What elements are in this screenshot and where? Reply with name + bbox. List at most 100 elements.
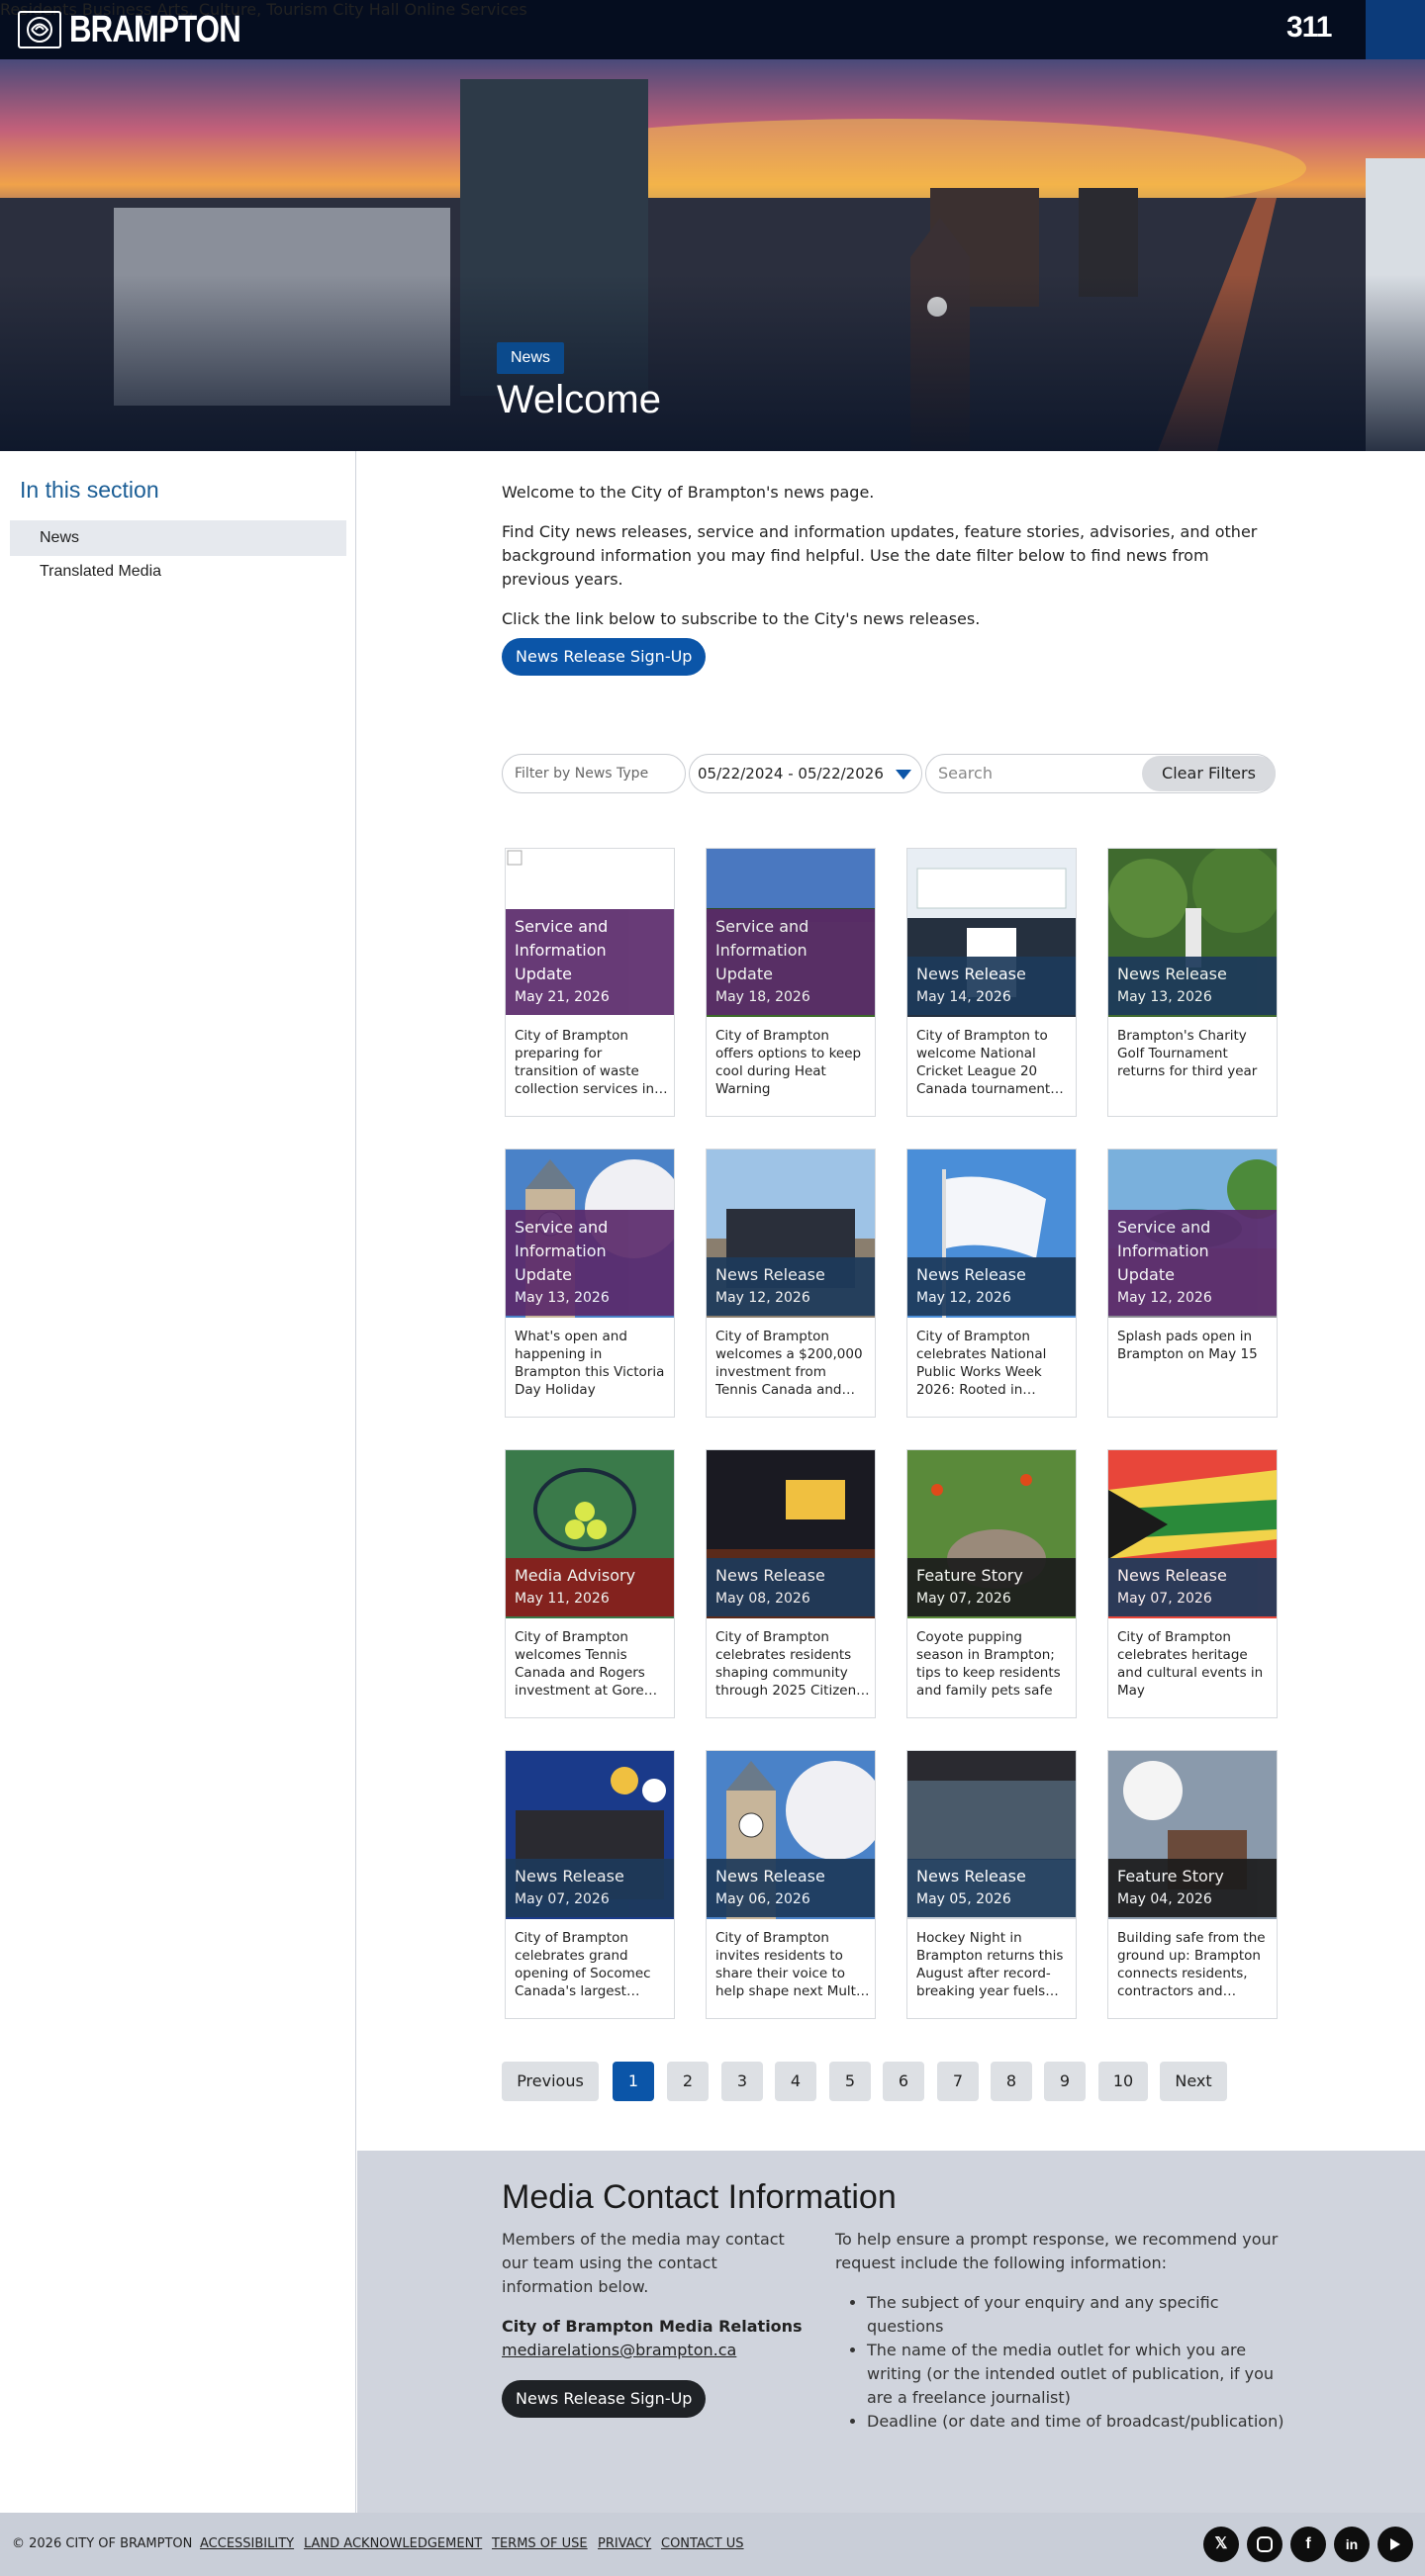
pagination-page-7[interactable]: 7 xyxy=(937,2062,979,2101)
news-card-band: News Release May 06, 2026 xyxy=(707,1859,875,1917)
nav-city-hall[interactable]: City Hall xyxy=(332,0,399,19)
pagination-previous[interactable]: Previous xyxy=(502,2062,599,2101)
news-card-band: Media Advisory May 11, 2026 xyxy=(506,1558,674,1616)
sidebar-item-translated-media[interactable]: Translated Media xyxy=(10,554,346,590)
news-card-title: Coyote pupping season in Brampton; tips … xyxy=(916,1629,1061,1699)
news-card-title: City of Brampton preparing for transitio… xyxy=(515,1028,655,1097)
news-card-date: May 12, 2026 xyxy=(715,1290,810,1306)
news-card[interactable]: News Release May 05, 2026 Hockey Night in … xyxy=(906,1750,1077,2019)
news-card-band: Service and Information Update May 21, 20… xyxy=(506,909,674,1015)
news-card-title: What's open and happening in Brampton th… xyxy=(515,1329,665,1398)
media-contact-info: Members of the media may contact our tea… xyxy=(502,2228,808,2362)
news-card-date: May 04, 2026 xyxy=(1117,1891,1212,1907)
news-card-date: May 13, 2026 xyxy=(1117,989,1212,1005)
brampton-logo[interactable]: BRAMPTON xyxy=(18,8,278,50)
top-nav-bar: BRAMPTON Residents Business Arts, Cultur… xyxy=(0,0,1425,59)
media-signup-button[interactable]: News Release Sign-Up xyxy=(502,2380,707,2418)
news-card[interactable]: News Release May 13, 2026 Brampton's Chari… xyxy=(1107,848,1278,1117)
linkedin-icon[interactable]: in xyxy=(1334,2527,1370,2562)
news-card[interactable]: News Release May 12, 2026 City of Brampton… xyxy=(906,1149,1077,1418)
clear-filters-button[interactable]: Clear Filters xyxy=(1142,756,1276,791)
news-card-band: News Release May 12, 2026 xyxy=(707,1257,875,1316)
media-contact-title: Media Contact Information xyxy=(502,2178,897,2216)
news-card-band: Service and Information Update May 13, 20… xyxy=(506,1210,674,1316)
pagination-page-9[interactable]: 9 xyxy=(1044,2062,1086,2101)
copyright: © 2026 CITY OF BRAMPTON xyxy=(12,2536,193,2551)
news-type-filter[interactable]: Filter by News Type xyxy=(502,754,686,793)
news-card-band: News Release May 14, 2026 xyxy=(907,957,1076,1015)
news-card[interactable]: Feature Story May 04, 2026 Building safe f… xyxy=(1107,1750,1278,2019)
footer-link-privacy[interactable]: PRIVACY xyxy=(598,2536,651,2551)
news-card-type: News Release xyxy=(715,1265,825,1284)
news-card-title: Splash pads open in Brampton on May 15 xyxy=(1117,1329,1258,1362)
news-card[interactable]: Service and Information Update May 21, 20… xyxy=(505,848,675,1117)
pagination-page-8[interactable]: 8 xyxy=(991,2062,1032,2101)
news-card[interactable]: Media Advisory May 11, 2026 City of Brampt… xyxy=(505,1449,675,1718)
pagination-page-1[interactable]: 1 xyxy=(613,2062,654,2101)
x-icon[interactable]: 𝕏 xyxy=(1203,2527,1239,2562)
news-card[interactable]: News Release May 07, 2026 City of Brampton… xyxy=(1107,1449,1278,1718)
pagination-page-5[interactable]: 5 xyxy=(829,2062,871,2101)
news-card-title: City of Brampton celebrates residents sh… xyxy=(715,1629,857,1699)
news-card-type: News Release xyxy=(916,1867,1026,1886)
news-card-title: City of Brampton to welcome National Cri… xyxy=(916,1028,1051,1097)
news-card-date: May 18, 2026 xyxy=(715,989,810,1005)
news-card-date: May 07, 2026 xyxy=(1117,1591,1212,1607)
news-card-band: News Release May 12, 2026 xyxy=(907,1257,1076,1316)
news-card-type: News Release xyxy=(515,1867,624,1886)
facebook-icon[interactable]: f xyxy=(1290,2527,1326,2562)
pagination-page-4[interactable]: 4 xyxy=(775,2062,816,2101)
youtube-icon[interactable] xyxy=(1378,2527,1413,2562)
news-release-signup-button[interactable]: News Release Sign-Up xyxy=(502,638,707,676)
news-card-band: Service and Information Update May 18, 20… xyxy=(707,909,875,1015)
news-card[interactable]: Feature Story May 07, 2026 Coyote pupping … xyxy=(906,1449,1077,1718)
nav-accent-block xyxy=(1366,0,1425,59)
news-card-type: News Release xyxy=(916,1265,1026,1284)
pagination-next[interactable]: Next xyxy=(1160,2062,1227,2101)
news-card-date: May 07, 2026 xyxy=(515,1891,610,1907)
news-card-title: City of Brampton celebrates heritage and… xyxy=(1117,1629,1264,1699)
pagination-page-10[interactable]: 10 xyxy=(1098,2062,1148,2101)
media-email-link[interactable]: mediarelations@brampton.ca xyxy=(502,2339,808,2362)
pagination-page-3[interactable]: 3 xyxy=(721,2062,763,2101)
footer-link-land-acknowledgement[interactable]: LAND ACKNOWLEDGEMENT xyxy=(304,2536,482,2551)
footer-link-contact[interactable]: CONTACT US xyxy=(661,2536,744,2551)
news-card-type: News Release xyxy=(715,1566,825,1585)
news-card-date: May 12, 2026 xyxy=(916,1290,1011,1306)
news-card-type: News Release xyxy=(1117,965,1227,983)
intro-subscribe-text: Click the link below to subscribe to the… xyxy=(502,609,981,628)
pagination-page-6[interactable]: 6 xyxy=(883,2062,924,2101)
rose-logo-icon xyxy=(18,11,61,48)
news-card[interactable]: Service and Information Update May 13, 20… xyxy=(505,1149,675,1418)
news-card-title: City of Brampton invites residents to sh… xyxy=(715,1930,865,1999)
footer-link-accessibility[interactable]: ACCESSIBILITY xyxy=(200,2536,294,2551)
news-type-placeholder: Filter by News Type xyxy=(515,766,649,782)
sidebar-item-news[interactable]: News xyxy=(10,520,346,556)
news-card[interactable]: News Release May 07, 2026 City of Brampton… xyxy=(505,1750,675,2019)
news-card-date: May 05, 2026 xyxy=(916,1891,1011,1907)
news-card[interactable]: News Release May 12, 2026 City of Brampton… xyxy=(706,1149,876,1418)
news-card[interactable]: News Release May 14, 2026 City of Brampton… xyxy=(906,848,1077,1117)
logo-wordmark: BRAMPTON xyxy=(69,8,241,50)
news-card-date: May 11, 2026 xyxy=(515,1591,610,1607)
311-logo[interactable]: 311 xyxy=(1286,12,1366,44)
list-item: The name of the media outlet for which y… xyxy=(867,2339,1290,2410)
list-item: The subject of your enquiry and any spec… xyxy=(867,2291,1290,2339)
intro-welcome: Welcome to the City of Brampton's news p… xyxy=(502,483,875,502)
news-card[interactable]: Service and Information Update May 18, 20… xyxy=(706,848,876,1117)
news-card-band: News Release May 08, 2026 xyxy=(707,1558,875,1616)
date-range-filter[interactable]: 05/22/2024 - 05/22/2026 xyxy=(689,754,922,793)
news-card-band: Feature Story May 04, 2026 xyxy=(1108,1859,1277,1917)
news-card-type: Service and Information Update xyxy=(515,1218,609,1284)
news-card[interactable]: News Release May 06, 2026 City of Brampton… xyxy=(706,1750,876,2019)
news-card-band: News Release May 07, 2026 xyxy=(506,1859,674,1917)
nav-online-services[interactable]: Online Services xyxy=(405,0,527,19)
media-intro: Members of the media may contact our tea… xyxy=(502,2230,785,2296)
footer-link-terms[interactable]: TERMS OF USE xyxy=(492,2536,588,2551)
pagination-page-2[interactable]: 2 xyxy=(667,2062,709,2101)
hero-section-badge: News xyxy=(497,342,565,374)
news-card-type: Feature Story xyxy=(1117,1867,1224,1886)
news-card[interactable]: Service and Information Update May 12, 20… xyxy=(1107,1149,1278,1418)
news-card[interactable]: News Release May 08, 2026 City of Brampton… xyxy=(706,1449,876,1718)
instagram-icon[interactable] xyxy=(1247,2527,1282,2562)
